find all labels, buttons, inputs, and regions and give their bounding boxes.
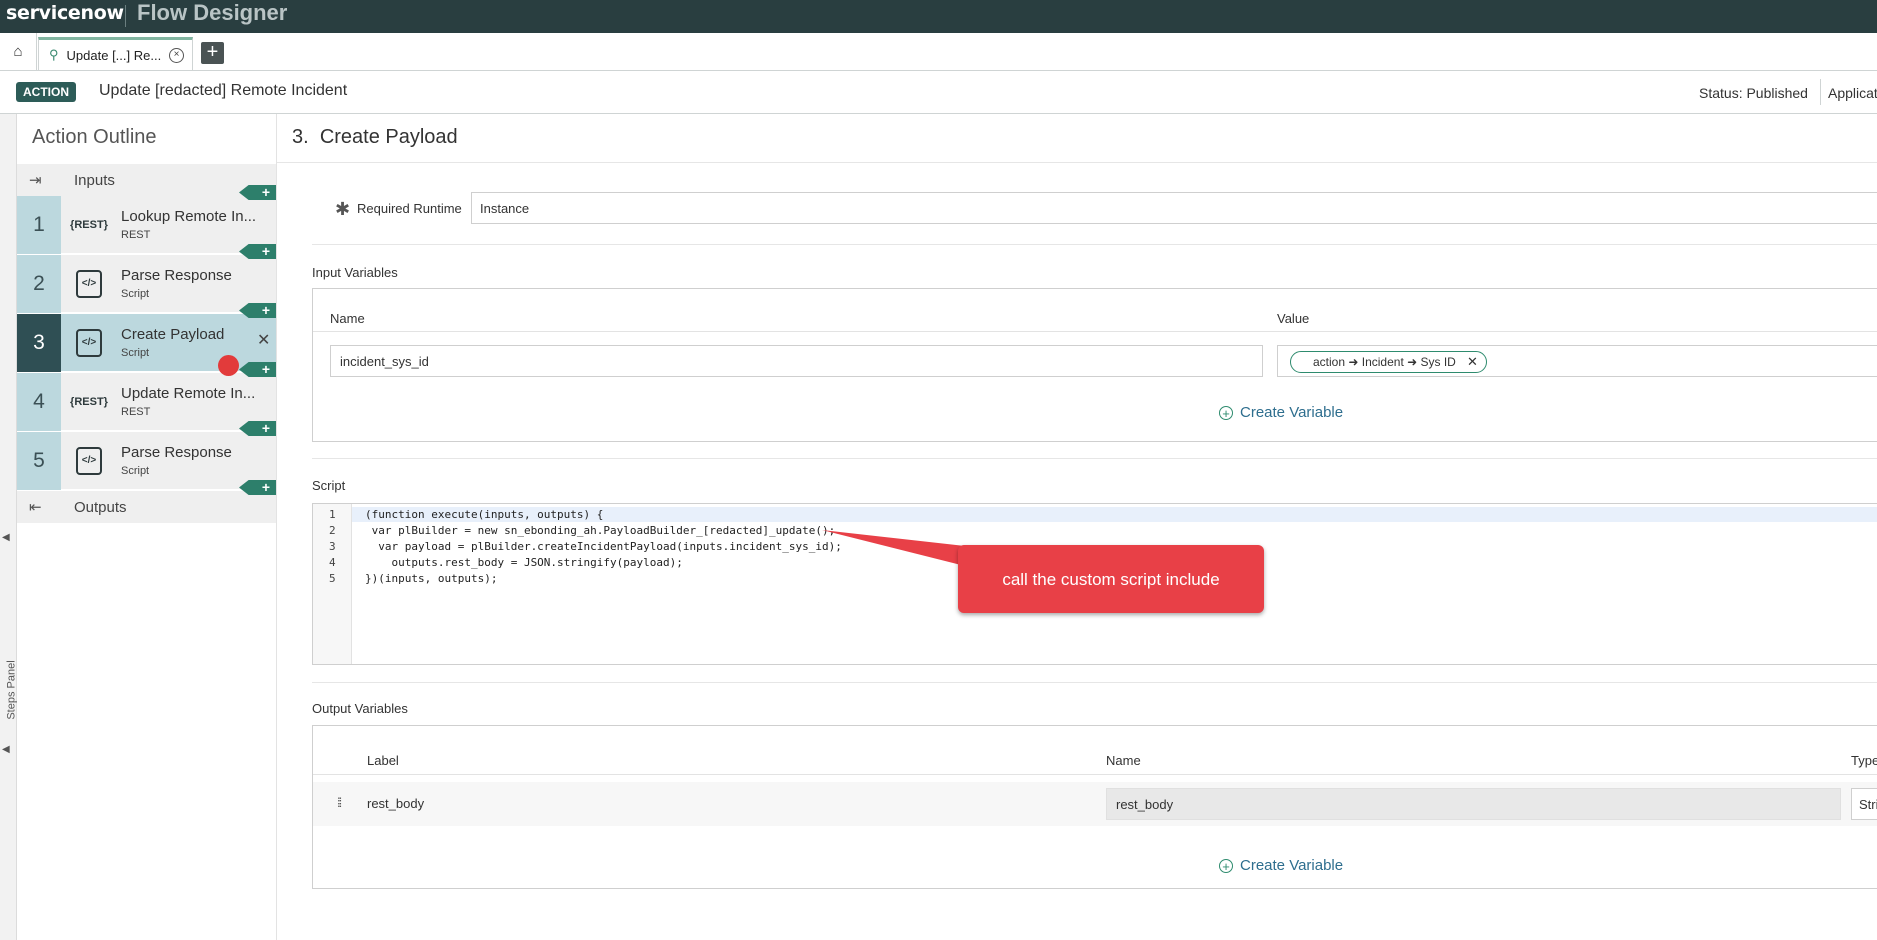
callout-pointer: [822, 530, 965, 566]
annotation-callout: call the custom script include: [958, 545, 1264, 613]
